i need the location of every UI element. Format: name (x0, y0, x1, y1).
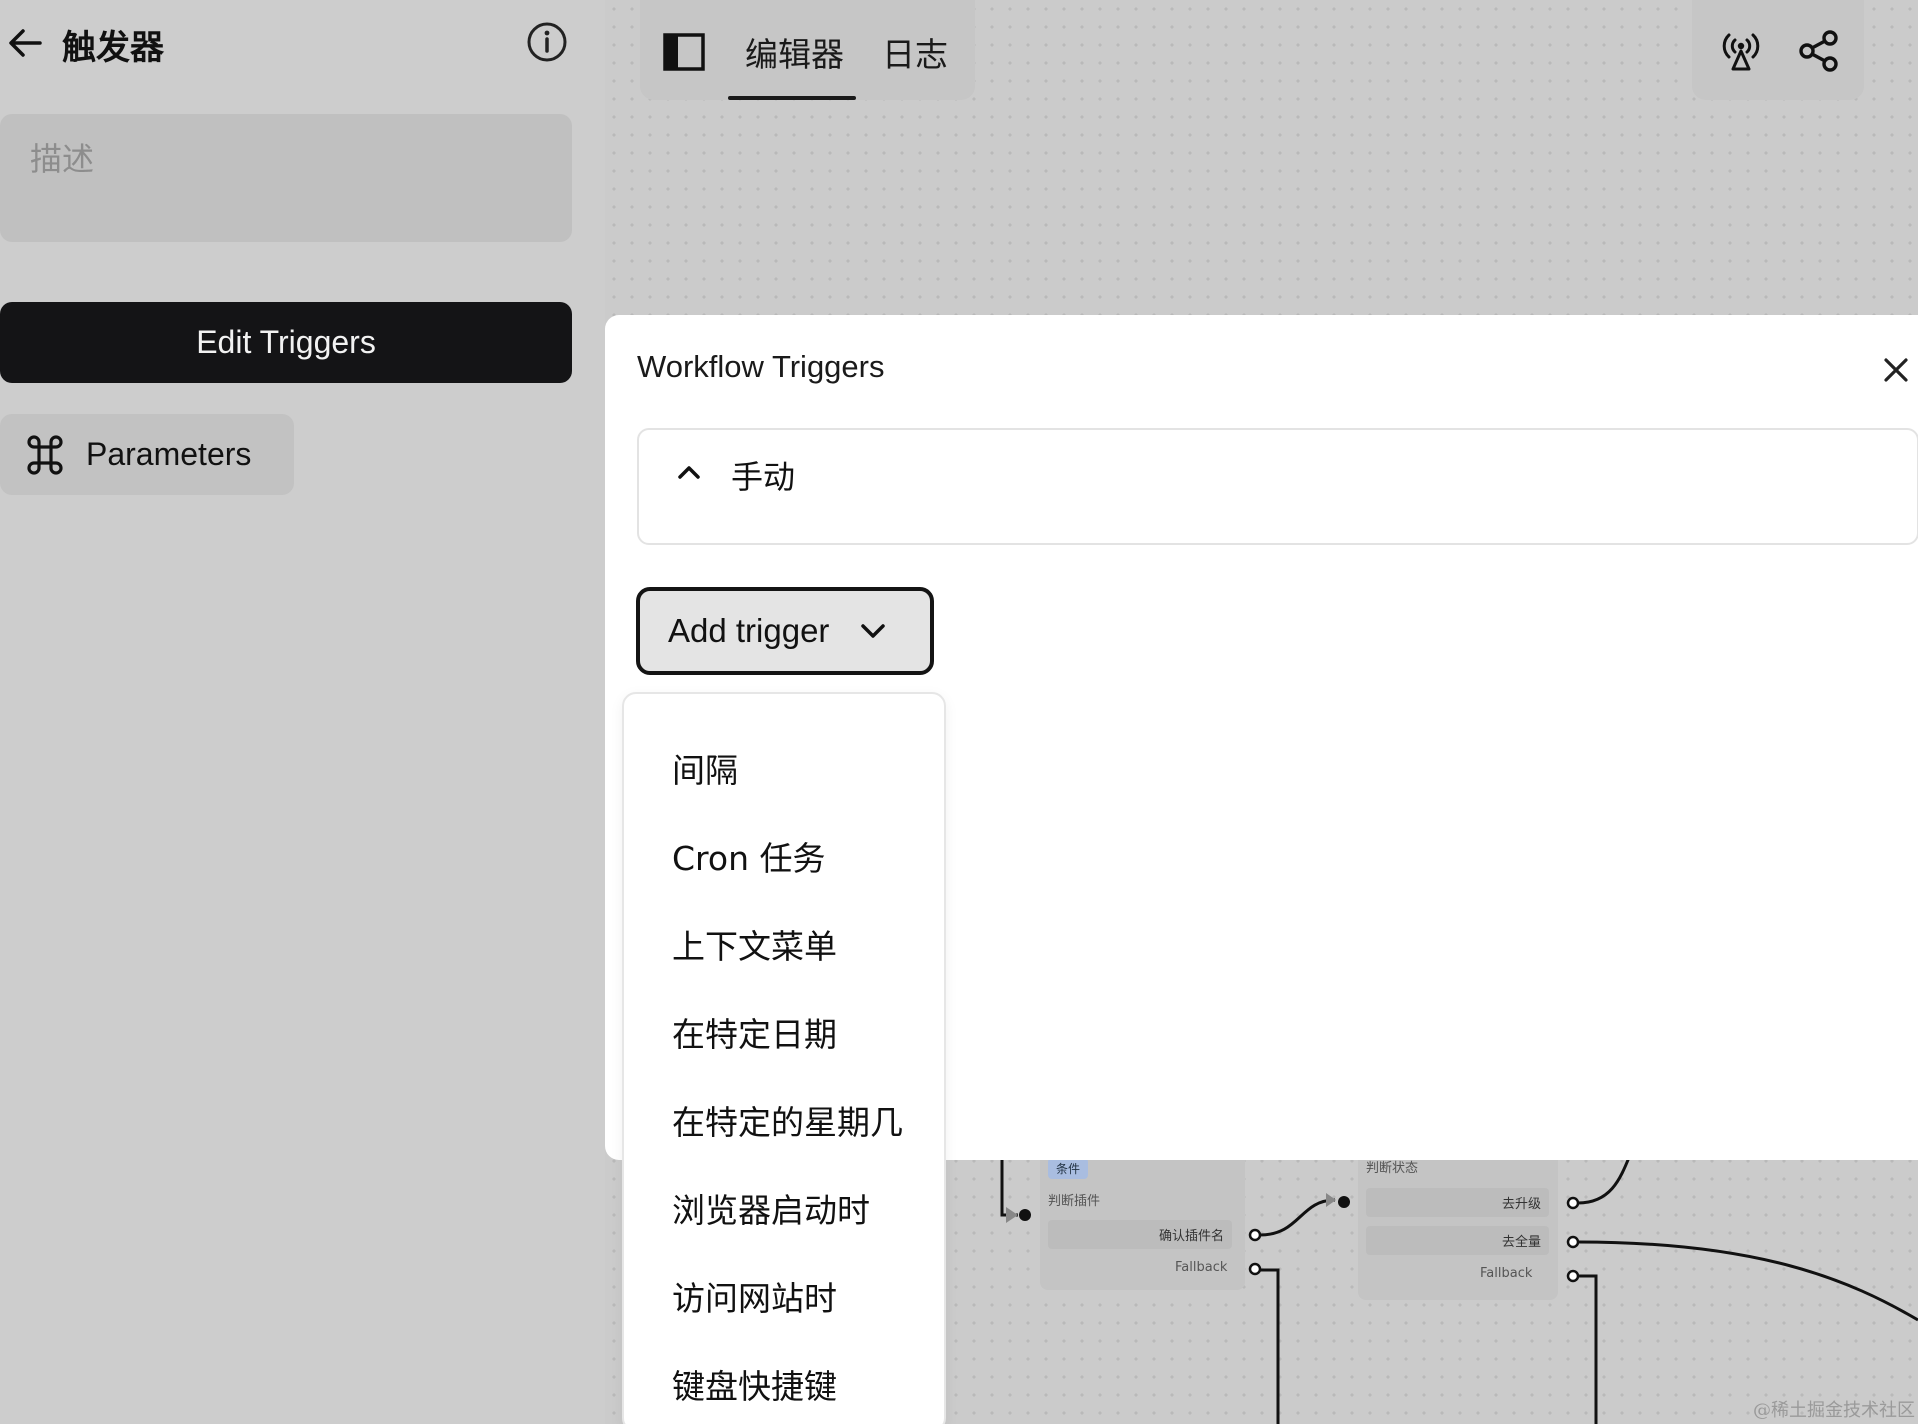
menu-item-context-menu[interactable]: 上下文菜单 (672, 920, 837, 968)
tab-editor[interactable]: 编辑器 (745, 28, 844, 76)
node-fallback: Fallback (1175, 1260, 1228, 1275)
menu-item-weekday[interactable]: 在特定的星期几 (672, 1096, 903, 1144)
close-icon[interactable] (1881, 355, 1911, 385)
add-trigger-button[interactable]: Add trigger (636, 587, 934, 675)
menu-item-cron[interactable]: Cron 任务 (672, 832, 825, 880)
accordion-label: 手动 (731, 458, 796, 496)
node-output-field: 去升级 (1366, 1188, 1549, 1217)
menu-item-browser-start[interactable]: 浏览器启动时 (672, 1184, 870, 1232)
page-title: 触发器 (62, 28, 164, 68)
chevron-up-icon[interactable] (675, 458, 703, 486)
parameters-button[interactable]: Parameters (0, 414, 294, 495)
sidebar-toggle-icon[interactable] (662, 32, 706, 72)
modal-title: Workflow Triggers (637, 349, 885, 384)
node-label: 判断插件 (1048, 1194, 1101, 1209)
menu-item-keyboard-shortcut[interactable]: 键盘快捷键 (672, 1360, 837, 1408)
back-arrow-icon[interactable] (4, 22, 46, 64)
menu-item-specific-date[interactable]: 在特定日期 (672, 1008, 837, 1056)
active-tab-indicator (728, 96, 856, 100)
node-output-field: 去全量 (1366, 1226, 1549, 1255)
share-icon[interactable] (1796, 28, 1842, 74)
parameters-label: Parameters (86, 436, 252, 472)
command-icon (27, 434, 63, 475)
broadcast-icon[interactable] (1718, 28, 1764, 74)
info-icon[interactable] (525, 20, 569, 64)
node-fallback: Fallback (1480, 1266, 1533, 1281)
description-field[interactable]: 描述 (0, 114, 572, 242)
edit-triggers-button[interactable]: Edit Triggers (0, 302, 572, 383)
watermark: @稀土掘金技术社区 (1753, 1400, 1915, 1421)
condition-badge: 条件 (1048, 1158, 1089, 1179)
node-output-field: 确认插件名 (1048, 1220, 1232, 1249)
add-trigger-label: Add trigger (668, 612, 830, 649)
left-panel: 触发器 描述 Edit Triggers Parameters (0, 0, 605, 1424)
tab-log[interactable]: 日志 (882, 28, 948, 76)
add-trigger-menu: 间隔 Cron 任务 上下文菜单 在特定日期 在特定的星期几 浏览器启动时 访问… (622, 692, 946, 1424)
menu-item-visit-site[interactable]: 访问网站时 (672, 1272, 837, 1320)
menu-item-interval[interactable]: 间隔 (672, 744, 738, 792)
trigger-accordion[interactable]: 手动 (637, 428, 1918, 545)
chevron-down-icon (861, 624, 886, 638)
